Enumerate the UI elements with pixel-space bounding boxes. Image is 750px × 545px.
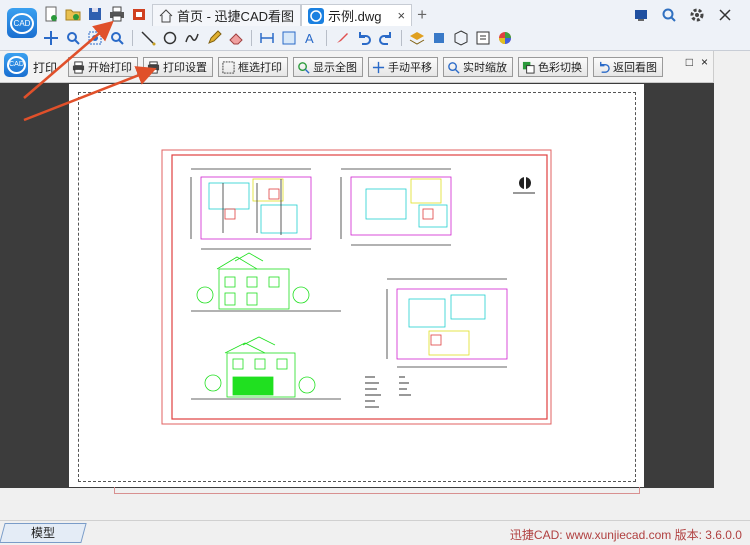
color-switch-label: 色彩切换 [538, 62, 582, 74]
zoom-window-icon[interactable] [62, 27, 84, 49]
manual-pan-label: 手动平移 [388, 62, 432, 74]
logo-text: CAD [10, 13, 34, 34]
window-controls [630, 4, 736, 26]
home-icon [159, 8, 173, 22]
polyline-tool-icon[interactable] [181, 27, 203, 49]
3d-view-icon[interactable] [450, 27, 472, 49]
close-icon[interactable]: × [701, 55, 708, 69]
brush-tool-icon[interactable] [331, 27, 353, 49]
close-window-icon[interactable] [714, 4, 736, 26]
realtime-zoom-icon [448, 61, 460, 74]
color-switch-icon [522, 61, 535, 74]
cad-file-icon [308, 7, 325, 24]
print-settings-button[interactable]: 打印设置 [143, 57, 213, 77]
realtime-zoom-button[interactable]: 实时缩放 [443, 57, 513, 77]
print-toolbar: CAD 打印 开始打印 打印设置 框选打印 显示全图 手动平移 实时缩放 色彩切… [0, 51, 714, 83]
batch-print-icon[interactable] [128, 3, 150, 25]
screen-icon[interactable] [630, 4, 652, 26]
open-file-icon[interactable] [62, 3, 84, 25]
tab-drawing[interactable]: 示例.dwg × [301, 4, 413, 26]
attributes-icon[interactable] [472, 27, 494, 49]
tab-close-icon[interactable]: × [397, 8, 405, 23]
measure-tool-icon[interactable] [256, 27, 278, 49]
printer-icon [72, 60, 85, 74]
area-tool-icon[interactable] [278, 27, 300, 49]
toolbar-divider [251, 30, 252, 46]
print-settings-label: 打印设置 [163, 62, 207, 74]
redo-icon[interactable] [375, 27, 397, 49]
line-tool-icon[interactable] [137, 27, 159, 49]
color-switch-button[interactable]: 色彩切换 [518, 57, 588, 77]
eraser-tool-icon[interactable] [225, 27, 247, 49]
show-full-drawing-label: 显示全图 [313, 62, 357, 74]
box-select-print-label: 框选打印 [238, 62, 282, 74]
model-tab-label: 模型 [30, 526, 55, 540]
box-select-print-button[interactable]: 框选打印 [218, 57, 288, 77]
block-icon[interactable] [428, 27, 450, 49]
title-bar: CAD 首页 - 迅捷CAD看图 示例.dwg × + A [0, 0, 750, 51]
pan-icon [372, 61, 385, 73]
right-panel [713, 51, 750, 488]
version-info: 迅捷CAD: www.xunjiecad.com 版本: 3.6.0.0 [509, 528, 742, 542]
cad-drawing-preview [161, 149, 552, 425]
paper-shadow [114, 487, 640, 494]
zoom-extents-tool-icon[interactable] [84, 27, 106, 49]
new-tab-button[interactable]: + [412, 4, 432, 25]
print-icon[interactable] [106, 3, 128, 25]
document-tabs: 首页 - 迅捷CAD看图 示例.dwg × + [152, 4, 432, 26]
save-icon[interactable] [84, 3, 106, 25]
new-file-icon[interactable] [40, 3, 62, 25]
app-logo[interactable]: CAD [7, 8, 37, 38]
toolbar-divider [132, 30, 133, 46]
zoom-extents-icon [298, 61, 310, 74]
return-icon [600, 61, 610, 73]
quick-access-toolbar [40, 3, 150, 25]
print-settings-icon [147, 60, 160, 74]
circle-tool-icon[interactable] [159, 27, 181, 49]
pencil-tool-icon[interactable] [203, 27, 225, 49]
color-wheel-icon[interactable] [494, 27, 516, 49]
print-panel-title: 打印 [33, 61, 58, 75]
zoom-realtime-tool-icon[interactable] [106, 27, 128, 49]
show-full-drawing-button[interactable]: 显示全图 [293, 57, 363, 77]
tab-home-label: 首页 - 迅捷CAD看图 [177, 9, 295, 24]
start-print-label: 开始打印 [88, 62, 132, 74]
manual-pan-button[interactable]: 手动平移 [368, 57, 438, 77]
start-print-button[interactable]: 开始打印 [68, 57, 138, 77]
tab-drawing-label: 示例.dwg [328, 9, 382, 24]
print-panel-window-controls: □ × [686, 55, 708, 69]
text-tool-icon[interactable]: A [300, 27, 322, 49]
pan-tool-icon[interactable] [40, 27, 62, 49]
print-actions: 开始打印 打印设置 框选打印 显示全图 手动平移 实时缩放 色彩切换 返回看图 [68, 57, 663, 77]
search-icon[interactable] [658, 4, 680, 26]
toolbar-divider [326, 30, 327, 46]
status-bar: 模型 迅捷CAD: www.xunjiecad.com 版本: 3.6.0.0 [0, 520, 750, 545]
return-to-view-button[interactable]: 返回看图 [593, 57, 663, 77]
model-tab[interactable]: 模型 [0, 523, 87, 543]
print-panel-logo-text: CAD [7, 56, 26, 74]
realtime-zoom-label: 实时缩放 [463, 62, 507, 74]
box-select-icon [222, 60, 235, 74]
svg-text:A: A [305, 31, 314, 46]
restore-icon[interactable]: □ [686, 55, 693, 69]
tab-home[interactable]: 首页 - 迅捷CAD看图 [152, 4, 302, 26]
print-panel-logo: CAD [4, 53, 28, 77]
toolbar-divider [401, 30, 402, 46]
gear-icon[interactable] [686, 4, 708, 26]
print-paper [69, 84, 644, 487]
return-to-view-label: 返回看图 [613, 62, 657, 74]
drawing-toolbar: A [40, 27, 516, 49]
layers-icon[interactable] [406, 27, 428, 49]
undo-icon[interactable] [353, 27, 375, 49]
